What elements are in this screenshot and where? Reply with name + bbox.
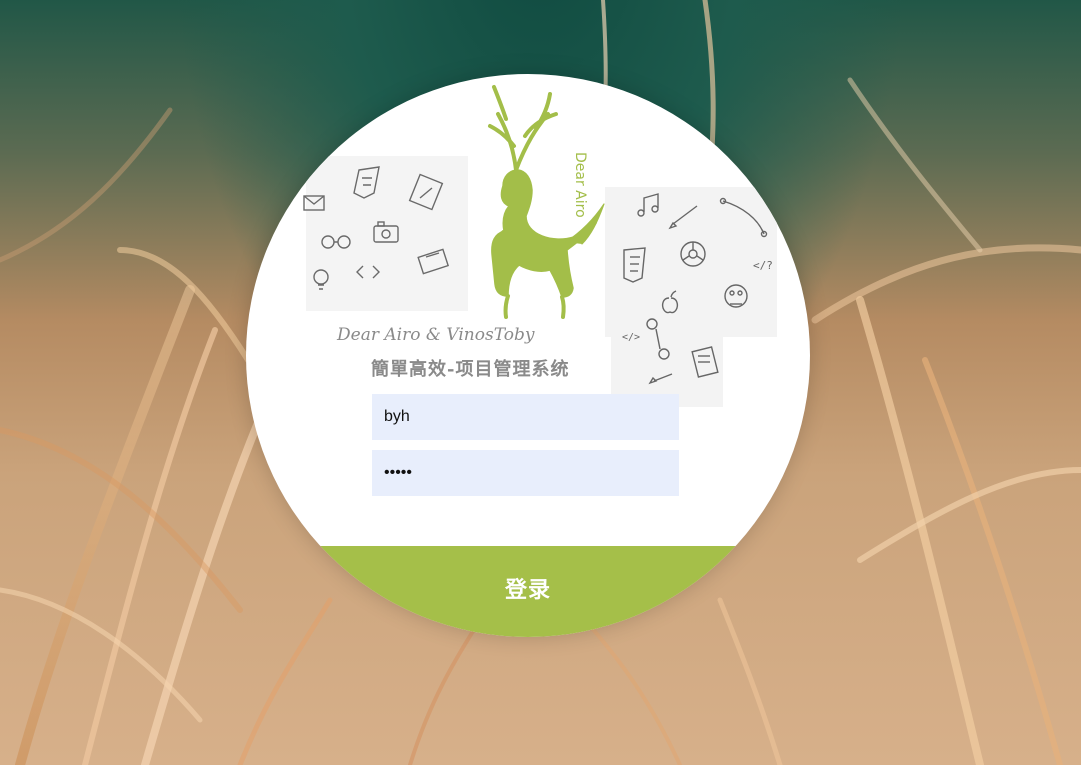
svg-text:Dear Airo & VinosToby: Dear Airo & VinosToby [336,325,535,345]
svg-text:</>: </> [622,332,640,343]
system-subtitle: 簡單高效-项目管理系统 [371,359,570,380]
login-panel: </? </> Dear Airo Dear Airo & VinosToby … [246,74,810,637]
right-doodle-card: </? </> [605,187,777,407]
login-button-label: 登录 [504,578,551,603]
code-icon: </> [622,332,640,343]
svg-text:</?: </? [753,259,773,272]
username-input[interactable] [372,394,679,440]
close-tag-icon: </? [753,259,773,272]
credit-signature: Dear Airo & VinosToby [336,325,535,345]
deer-wordmark: Dear Airo [572,152,588,218]
password-input[interactable] [372,450,679,496]
left-doodle-card [303,156,468,311]
login-button[interactable]: 登录 [246,546,810,637]
svg-text:Dear Airo: Dear Airo [572,152,588,218]
